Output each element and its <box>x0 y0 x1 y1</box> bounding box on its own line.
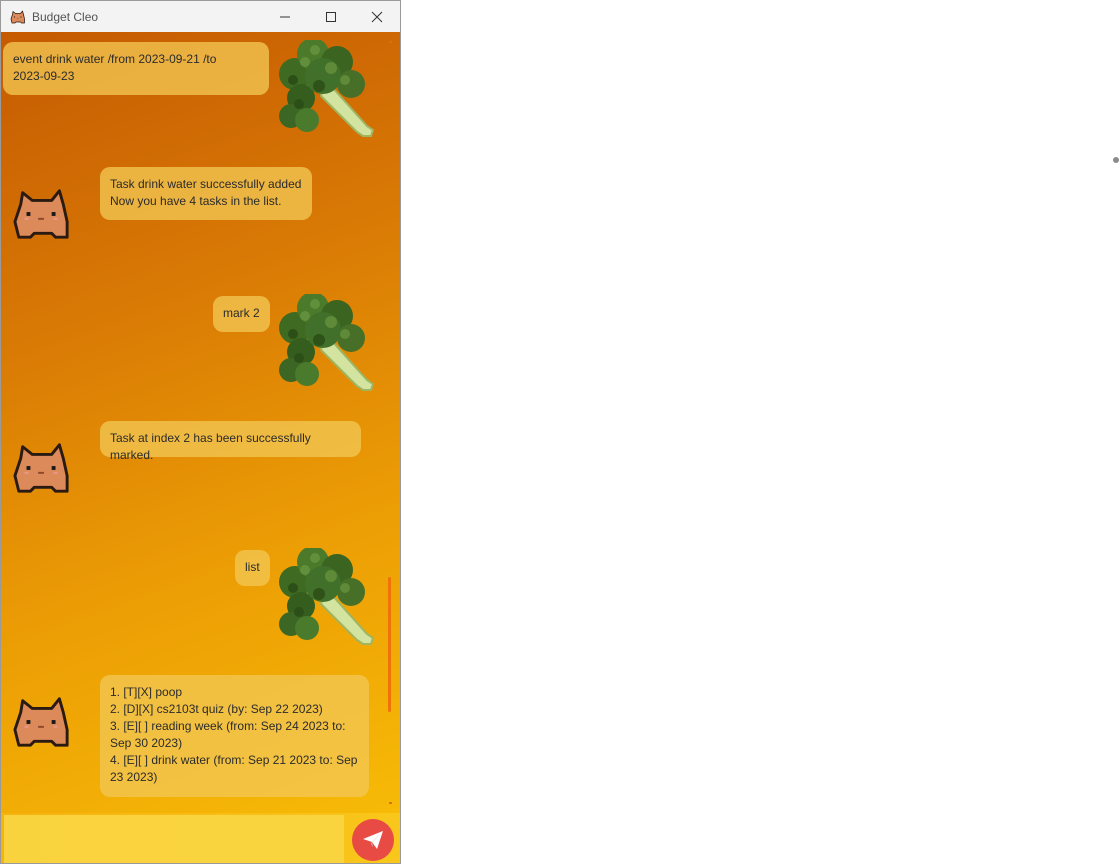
bot-message-bubble: 1. [T][X] poop 2. [D][X] cs2103t quiz (b… <box>100 675 369 797</box>
cat-avatar <box>13 443 69 493</box>
scroll-up-arrow[interactable] <box>389 41 392 43</box>
title-bar[interactable]: Budget Cleo <box>1 1 400 32</box>
broccoli-avatar <box>278 40 374 137</box>
message-input[interactable] <box>4 815 344 863</box>
broccoli-avatar <box>278 548 374 645</box>
broccoli-avatar <box>278 294 374 391</box>
cat-avatar <box>13 189 69 239</box>
chat-area[interactable]: event drink water /from 2023-09-21 /to 2… <box>1 32 400 813</box>
app-window: Budget Cleo event drink water /from 2023… <box>0 0 401 864</box>
minimize-button[interactable] <box>262 1 308 32</box>
cat-app-icon <box>10 10 26 24</box>
maximize-icon <box>326 11 336 22</box>
close-icon <box>371 11 383 22</box>
close-button[interactable] <box>354 1 400 32</box>
send-button[interactable] <box>352 819 394 861</box>
bot-message-bubble: Task drink water successfully added Now … <box>100 167 312 220</box>
maximize-button[interactable] <box>308 1 354 32</box>
user-message-bubble: list <box>235 550 270 586</box>
scrollbar-thumb[interactable] <box>388 577 391 712</box>
paper-plane-icon <box>363 831 383 849</box>
scroll-down-arrow[interactable] <box>389 802 392 804</box>
input-bar <box>1 813 400 863</box>
user-message-bubble: mark 2 <box>213 296 270 332</box>
window-title: Budget Cleo <box>32 9 99 24</box>
stray-dot <box>1113 157 1119 163</box>
cat-avatar <box>13 697 69 747</box>
minimize-icon <box>280 16 290 17</box>
bot-message-bubble: Task at index 2 has been successfully ma… <box>100 421 361 462</box>
user-message-bubble: event drink water /from 2023-09-21 /to 2… <box>3 42 269 95</box>
